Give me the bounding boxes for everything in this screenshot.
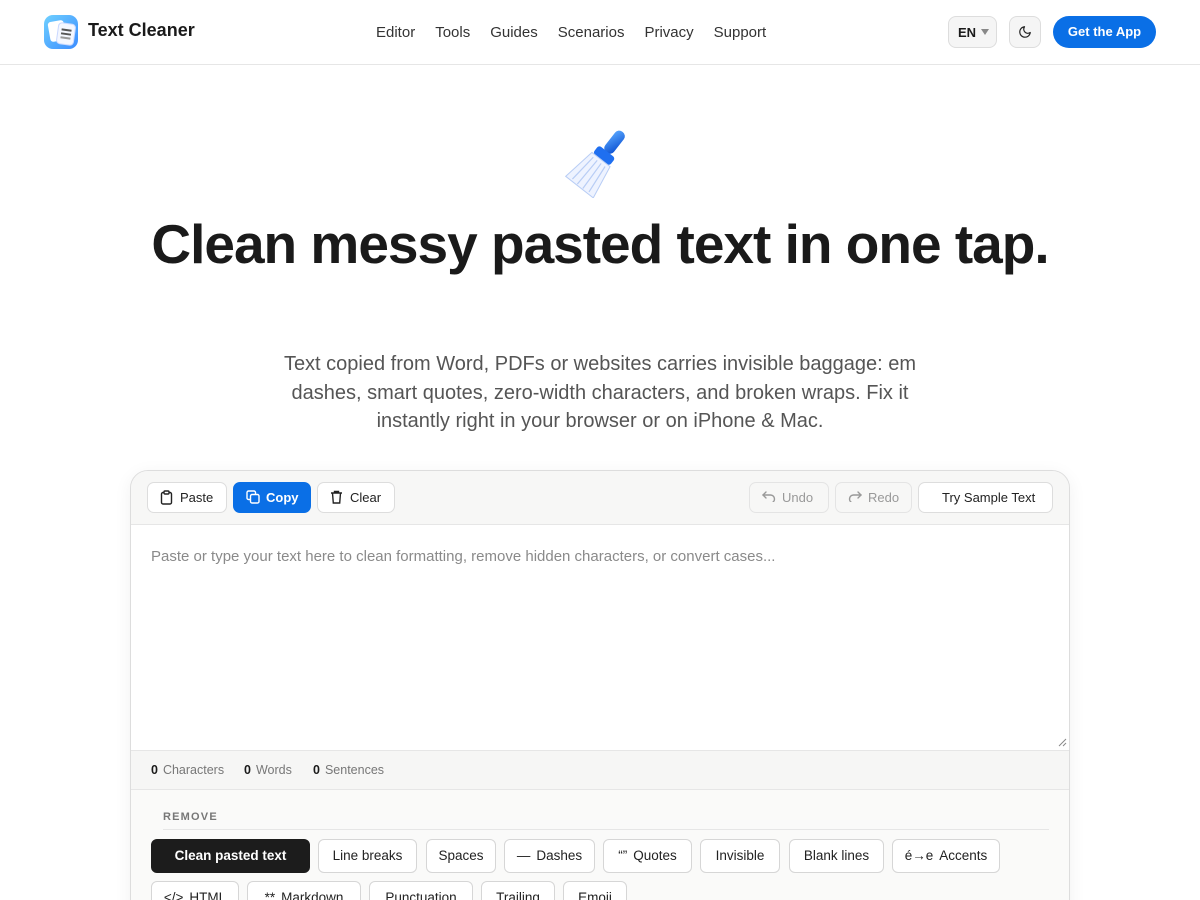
redo-button[interactable]: Redo: [835, 482, 912, 513]
accent-glyph-icon: é→e: [904, 848, 934, 863]
try-sample-label: Try Sample Text: [942, 490, 1036, 505]
chip-markdown[interactable]: ** Markdown: [247, 881, 361, 900]
remove-section-label: REMOVE: [163, 811, 218, 823]
language-select[interactable]: EN: [948, 16, 997, 48]
nav-scenarios[interactable]: Scenarios: [558, 24, 625, 41]
theme-toggle-button[interactable]: [1009, 16, 1041, 48]
site-header: Text Cleaner Editor Tools Guides Scenari…: [0, 0, 1200, 65]
broom-icon: [562, 122, 638, 199]
text-input[interactable]: [131, 525, 1069, 750]
copy-button[interactable]: Copy: [233, 482, 311, 513]
language-value: EN: [958, 25, 977, 40]
paste-label: Paste: [180, 490, 214, 505]
redo-icon: [848, 491, 862, 502]
stats-bar: 0 Characters 0 Words 0 Sentences: [131, 750, 1069, 790]
chip-blank-lines[interactable]: Blank lines: [789, 839, 884, 873]
stat-characters: 0 Characters: [151, 763, 225, 777]
get-app-button[interactable]: Get the App: [1053, 16, 1156, 48]
chip-accents[interactable]: é→e Accents: [892, 839, 1000, 873]
copy-icon: [246, 490, 260, 504]
resize-handle-icon[interactable]: [1057, 737, 1067, 747]
trash-icon: [331, 490, 342, 504]
chip-clean-pasted-text[interactable]: Clean pasted text: [151, 839, 310, 873]
chevron-down-icon: [981, 29, 989, 35]
editor-card: Paste Copy Clear Undo Redo Try Sample Te…: [130, 470, 1070, 900]
chip-spaces[interactable]: Spaces: [426, 839, 496, 873]
editor-toolbar: Paste Copy Clear Undo Redo Try Sample Te…: [131, 471, 1069, 525]
undo-button[interactable]: Undo: [749, 482, 829, 513]
nav-support[interactable]: Support: [714, 24, 767, 41]
hero-title: Clean messy pasted text in one tap.: [151, 213, 1049, 275]
nav-tools[interactable]: Tools: [435, 24, 470, 41]
chip-trailing[interactable]: Trailing: [481, 881, 555, 900]
chip-emoji[interactable]: Emoji: [563, 881, 627, 900]
app-logo-icon[interactable]: [44, 15, 78, 49]
chip-line-breaks[interactable]: Line breaks: [318, 839, 417, 873]
stat-sentences: 0 Sentences: [313, 763, 385, 777]
clear-button[interactable]: Clear: [317, 482, 395, 513]
paste-button[interactable]: Paste: [147, 482, 227, 513]
markdown-glyph-icon: **: [264, 890, 276, 900]
clear-label: Clear: [350, 490, 382, 505]
main-nav: Editor Tools Guides Scenarios Privacy Su…: [376, 24, 766, 41]
dash-glyph-icon: —: [516, 848, 531, 863]
brand-name[interactable]: Text Cleaner: [88, 20, 195, 41]
nav-privacy[interactable]: Privacy: [644, 24, 693, 41]
code-glyph-icon: </>: [163, 890, 184, 900]
nav-editor[interactable]: Editor: [376, 24, 415, 41]
copy-label: Copy: [266, 490, 299, 505]
chip-html[interactable]: </> HTML: [151, 881, 239, 900]
undo-icon: [762, 491, 776, 502]
undo-label: Undo: [782, 490, 814, 505]
hero-subtitle: Text copied from Word, PDFs or websites …: [283, 353, 917, 432]
quotes-glyph-icon: “”: [618, 848, 628, 863]
nav-guides[interactable]: Guides: [490, 24, 538, 41]
redo-label: Redo: [868, 490, 900, 505]
chip-punctuation[interactable]: Punctuation: [369, 881, 473, 900]
stat-words: 0 Words: [244, 763, 292, 777]
chip-quotes[interactable]: “” Quotes: [603, 839, 692, 873]
moon-icon: [1019, 26, 1031, 38]
chip-dashes[interactable]: — Dashes: [504, 839, 595, 873]
try-sample-button[interactable]: Try Sample Text: [918, 482, 1053, 513]
chip-invisible[interactable]: Invisible: [700, 839, 780, 873]
clipboard-icon: [160, 490, 173, 505]
section-divider: [163, 829, 1049, 830]
